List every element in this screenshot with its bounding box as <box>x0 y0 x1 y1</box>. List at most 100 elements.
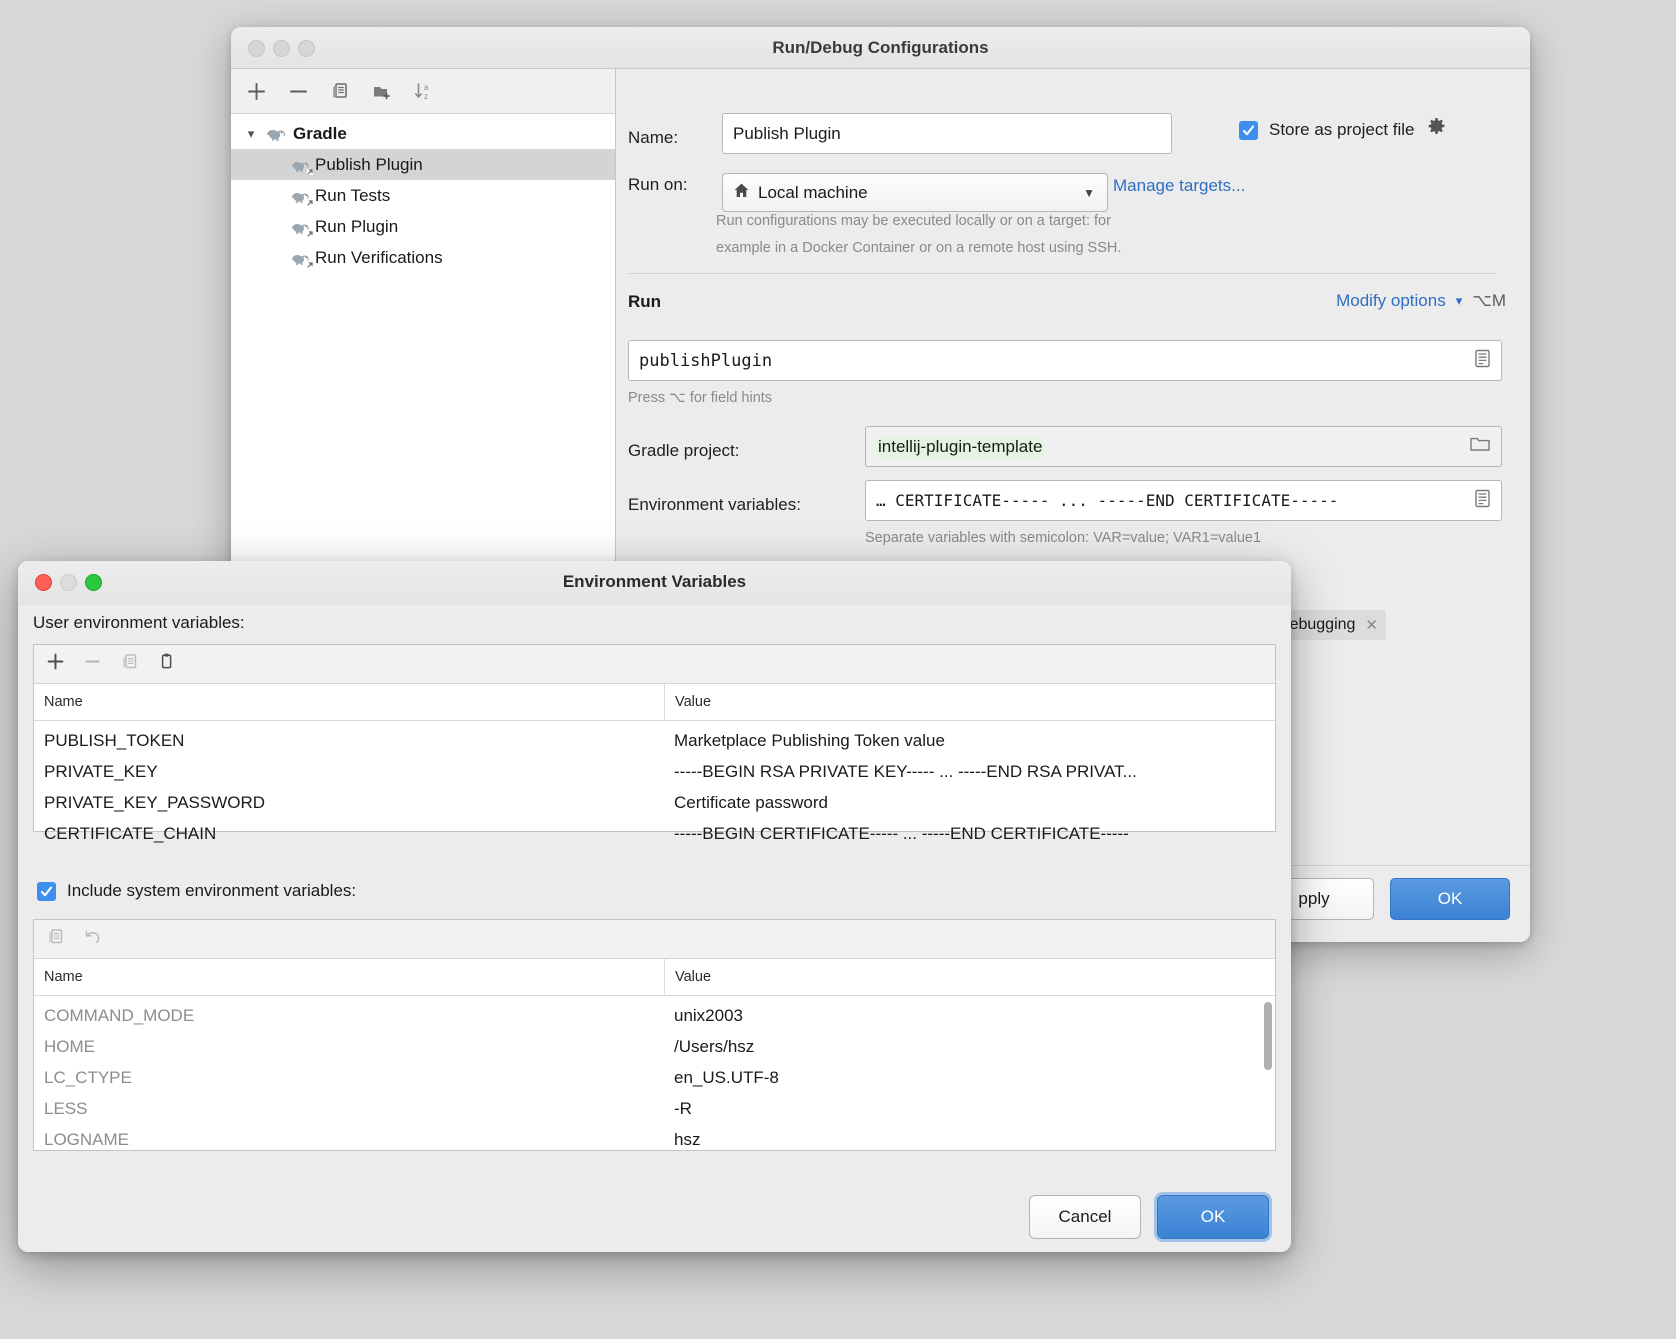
ok-button-label: OK <box>1438 889 1463 909</box>
chevron-down-icon[interactable]: ▾ <box>1456 293 1463 309</box>
run-on-value: Local machine <box>758 183 868 203</box>
open-env-dialog-icon[interactable] <box>1474 489 1491 513</box>
rdc-window-title: Run/Debug Configurations <box>231 38 1530 58</box>
user-var-value: -----BEGIN CERTIFICATE----- ... -----END… <box>664 824 1275 844</box>
browse-folder-icon[interactable] <box>1469 435 1491 458</box>
run-section-title: Run <box>628 292 661 312</box>
modify-options-link[interactable]: Modify options <box>1336 291 1446 311</box>
gradle-run-config-icon <box>291 157 313 173</box>
tree-node-label: Gradle <box>293 124 347 144</box>
home-icon <box>733 182 750 204</box>
system-table-header-name: Name <box>34 959 665 995</box>
include-system-variables-row[interactable]: Include system environment variables: <box>37 881 356 901</box>
environment-variables-label: Environment variables: <box>628 495 801 515</box>
user-var-value: -----BEGIN RSA PRIVATE KEY----- ... ----… <box>664 762 1275 782</box>
tree-item-run-tests[interactable]: Run Tests <box>231 180 615 211</box>
manage-targets-link[interactable]: Manage targets... <box>1113 176 1245 196</box>
system-var-name: LC_CTYPE <box>34 1068 664 1088</box>
user-table-header-value: Value <box>665 684 711 720</box>
user-var-value: Marketplace Publishing Token value <box>664 731 1275 751</box>
system-var-value: -R <box>664 1099 1275 1119</box>
tree-item-publish-plugin[interactable]: Publish Plugin <box>231 149 615 180</box>
store-as-project-file-label: Store as project file <box>1269 120 1415 140</box>
system-table-scrollbar[interactable] <box>1264 1002 1272 1070</box>
user-table-header: Name Value <box>34 684 1275 721</box>
user-var-name: CERTIFICATE_CHAIN <box>34 824 664 844</box>
chevron-down-icon[interactable]: ▼ <box>1083 186 1101 200</box>
copy-icon <box>46 927 65 951</box>
copy-icon[interactable] <box>327 78 353 104</box>
modify-options-shortcut: ⌥M <box>1472 291 1506 311</box>
system-table-header: Name Value <box>34 959 1275 996</box>
user-table-header-name: Name <box>34 684 665 720</box>
ok-button[interactable]: OK <box>1390 878 1510 920</box>
gradle-project-input[interactable]: intellij-plugin-template <box>865 426 1502 467</box>
include-system-variables-label: Include system environment variables: <box>67 881 356 901</box>
add-icon[interactable] <box>46 652 65 676</box>
include-system-variables-checkbox[interactable] <box>37 882 56 901</box>
system-var-value: unix2003 <box>664 1006 1275 1026</box>
gradle-tasks-input[interactable]: publishPlugin <box>628 340 1502 381</box>
gradle-project-label: Gradle project: <box>628 441 740 461</box>
table-row[interactable]: HOME /Users/hsz <box>34 1031 1275 1062</box>
copy-icon <box>120 652 139 676</box>
table-row[interactable]: COMMAND_MODE unix2003 <box>34 1000 1275 1031</box>
remove-icon[interactable] <box>285 78 311 104</box>
gradle-elephant-icon <box>265 126 287 142</box>
user-var-name: PRIVATE_KEY <box>34 762 664 782</box>
run-on-dropdown[interactable]: Local machine ▼ <box>722 173 1108 212</box>
gradle-tasks-value: publishPlugin <box>639 351 772 371</box>
system-var-value: hsz <box>664 1130 1275 1150</box>
gradle-project-value: intellij-plugin-template <box>876 436 1044 458</box>
environment-variables-hint: Separate variables with semicolon: VAR=v… <box>865 530 1261 546</box>
close-icon[interactable]: ✕ <box>1365 616 1378 634</box>
user-var-name: PUBLISH_TOKEN <box>34 731 664 751</box>
system-var-name: LESS <box>34 1099 664 1119</box>
name-input[interactable]: Publish Plugin <box>722 113 1172 154</box>
new-folder-icon[interactable] <box>369 78 395 104</box>
sort-alphabetically-icon[interactable]: a z <box>411 78 437 104</box>
gear-icon[interactable] <box>1426 117 1447 143</box>
store-as-project-file-row[interactable]: Store as project file <box>1239 117 1447 143</box>
expand-editor-icon[interactable] <box>1474 349 1491 373</box>
table-row[interactable]: LC_CTYPE en_US.UTF-8 <box>34 1062 1275 1093</box>
paste-icon[interactable] <box>157 652 176 676</box>
table-row[interactable]: PUBLISH_TOKEN Marketplace Publishing Tok… <box>34 725 1275 756</box>
tree-node-gradle[interactable]: ▾ Gradle <box>231 118 615 149</box>
gradle-run-config-icon <box>291 188 313 204</box>
environment-variables-dialog: Environment Variables User environment v… <box>18 561 1291 1252</box>
system-var-name: COMMAND_MODE <box>34 1006 664 1026</box>
chevron-down-icon[interactable]: ▾ <box>243 126 259 142</box>
table-row[interactable]: LESS -R <box>34 1093 1275 1124</box>
add-icon[interactable] <box>243 78 269 104</box>
user-environment-variables-table[interactable]: Name Value PUBLISH_TOKEN Marketplace Pub… <box>33 644 1276 832</box>
store-as-project-file-checkbox[interactable] <box>1239 121 1258 140</box>
user-table-toolbar <box>34 645 1275 684</box>
apply-button-label: pply <box>1298 889 1329 909</box>
env-titlebar: Environment Variables <box>18 561 1291 605</box>
table-row[interactable]: LOGNAME hsz <box>34 1124 1275 1151</box>
svg-text:a: a <box>424 83 429 92</box>
system-table-toolbar <box>34 920 1275 959</box>
system-environment-variables-table[interactable]: Name Value COMMAND_MODE unix2003 HOME /U… <box>33 919 1276 1151</box>
table-row[interactable]: PRIVATE_KEY_PASSWORD Certificate passwor… <box>34 787 1275 818</box>
system-var-value: en_US.UTF-8 <box>664 1068 1275 1088</box>
tree-item-run-plugin[interactable]: Run Plugin <box>231 211 615 242</box>
environment-variables-input[interactable]: … CERTIFICATE----- ... -----END CERTIFIC… <box>865 480 1502 521</box>
tree-item-label: Run Tests <box>315 186 390 206</box>
tree-item-label: Run Plugin <box>315 217 398 237</box>
run-on-label: Run on: <box>628 175 688 195</box>
env-footer-buttons: Cancel OK <box>18 1182 1291 1252</box>
field-hints-text: Press ⌥ for field hints <box>628 390 772 406</box>
table-row[interactable]: PRIVATE_KEY -----BEGIN RSA PRIVATE KEY--… <box>34 756 1275 787</box>
tree-item-run-verifications[interactable]: Run Verifications <box>231 242 615 273</box>
ok-button[interactable]: OK <box>1157 1195 1269 1239</box>
user-var-name: PRIVATE_KEY_PASSWORD <box>34 793 664 813</box>
table-row[interactable]: CERTIFICATE_CHAIN -----BEGIN CERTIFICATE… <box>34 818 1275 849</box>
revert-icon <box>83 927 102 951</box>
gradle-run-config-icon <box>291 250 313 266</box>
cancel-button[interactable]: Cancel <box>1029 1195 1141 1239</box>
modify-options-row[interactable]: Modify options ▾ ⌥M <box>1336 291 1506 311</box>
name-label: Name: <box>628 128 678 148</box>
env-window-title: Environment Variables <box>18 572 1291 592</box>
